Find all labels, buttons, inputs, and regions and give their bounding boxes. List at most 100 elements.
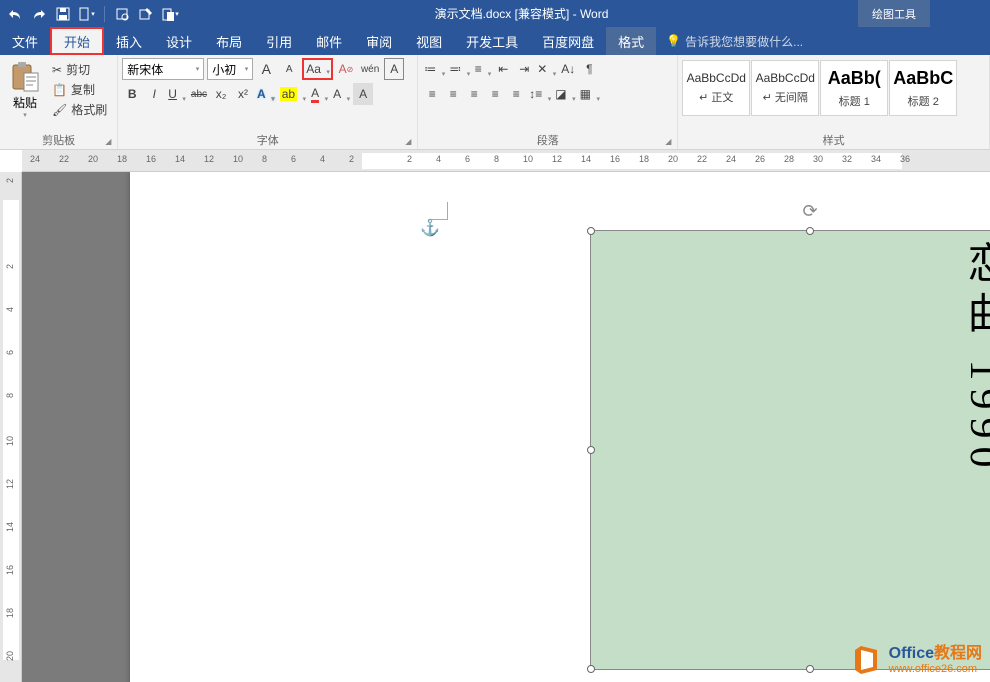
line-spacing-button[interactable]: ↕≡ [527, 83, 552, 105]
group-font: 新宋体▾ 小初▾ A A Aa A⊘ wén A B I U abc x₂ x²… [118, 55, 418, 149]
rotate-handle[interactable]: ⟳ [802, 201, 817, 222]
style-name: ↵ 正文 [699, 89, 733, 105]
tab-file[interactable]: 文件 [0, 27, 50, 55]
style-item-1[interactable]: AaBbCcDd ↵ 无间隔 [751, 60, 819, 116]
font-dialog-launcher[interactable]: ◢ [405, 137, 415, 147]
sort-button[interactable]: A↓ [558, 58, 578, 80]
style-name: ↵ 无间隔 [763, 89, 808, 105]
document-title: 演示文档.docx [兼容模式] - Word [185, 5, 858, 22]
tab-developer[interactable]: 开发工具 [454, 27, 530, 55]
strikethrough-button[interactable]: abc [189, 83, 209, 105]
clipboard-dialog-launcher[interactable]: ◢ [105, 137, 115, 147]
bullets-button[interactable]: ≔ [422, 58, 446, 80]
horizontal-ruler[interactable]: 2422201816141210864224681012141618202224… [22, 150, 990, 172]
align-left-button[interactable]: ≡ [422, 83, 442, 105]
brush-icon: 🖌 [52, 103, 67, 117]
resize-handle-n[interactable] [806, 227, 814, 235]
phonetic-guide-button[interactable]: wén [359, 58, 381, 80]
tab-references[interactable]: 引用 [254, 27, 304, 55]
contextual-tab-label: 绘图工具 [858, 0, 930, 27]
redo-button[interactable] [28, 3, 50, 25]
increase-indent-button[interactable]: ⇥ [514, 58, 534, 80]
format-painter-button[interactable]: 🖌格式刷 [48, 100, 111, 119]
paste-icon [8, 60, 42, 94]
office-logo-icon [851, 644, 883, 676]
tab-insert[interactable]: 插入 [104, 27, 154, 55]
paste-button[interactable]: 粘贴 ▾ [4, 58, 46, 133]
title-bar: ▾ ▾ 演示文档.docx [兼容模式] - Word 绘图工具 [0, 0, 990, 27]
style-name: 标题 2 [908, 93, 939, 109]
tab-home[interactable]: 开始 [50, 27, 104, 55]
superscript-button[interactable]: x² [233, 83, 253, 105]
undo-button[interactable] [4, 3, 26, 25]
style-preview: AaBbCcDd [756, 71, 815, 85]
numbering-button[interactable]: ≕ [447, 58, 471, 80]
style-item-0[interactable]: AaBbCcDd↵ 正文 [682, 60, 750, 116]
char-shading-button[interactable]: A [353, 83, 373, 105]
copy-icon: 📋 [52, 83, 67, 97]
char-border-button[interactable]: A [384, 58, 404, 80]
paragraph-dialog-launcher[interactable]: ◢ [665, 137, 675, 147]
asian-layout-button[interactable]: ✕ [535, 58, 557, 80]
tell-me-input[interactable]: 💡 告诉我您想要做什么... [666, 33, 803, 50]
cut-button[interactable]: ✂剪切 [48, 60, 111, 79]
group-clipboard: 粘贴 ▾ ✂剪切 📋复制 🖌格式刷 剪贴板 ◢ [0, 55, 118, 149]
align-center-button[interactable]: ≡ [443, 83, 463, 105]
multilevel-list-button[interactable]: ≡ [472, 58, 492, 80]
borders-button[interactable]: ▦ [578, 83, 601, 105]
decrease-indent-button[interactable]: ⇤ [493, 58, 513, 80]
resize-handle-w[interactable] [587, 446, 595, 454]
tab-view[interactable]: 视图 [404, 27, 454, 55]
font-name-select[interactable]: 新宋体▾ [122, 58, 204, 80]
tab-format[interactable]: 格式 [606, 27, 656, 55]
text-box[interactable]: ⟳ 恋曲 1990 [590, 230, 990, 670]
qat-macro-button[interactable] [135, 3, 157, 25]
tab-review[interactable]: 审阅 [354, 27, 404, 55]
document-canvas[interactable]: ⚓ ⟳ 恋曲 1990 [22, 172, 990, 682]
qat-preview-button[interactable] [111, 3, 133, 25]
clear-format-button[interactable]: A⊘ [336, 58, 356, 80]
style-item-3[interactable]: AaBbC标题 2 [889, 60, 957, 116]
resize-handle-s[interactable] [806, 665, 814, 673]
font-color-button[interactable]: A [309, 83, 329, 105]
ribbon: 粘贴 ▾ ✂剪切 📋复制 🖌格式刷 剪贴板 ◢ 新宋体▾ 小初▾ A A Aa … [0, 55, 990, 150]
shading-button[interactable]: ◪ [553, 83, 576, 105]
watermark: Office教程网 www.office26.com [851, 644, 982, 676]
tab-baidu[interactable]: 百度网盘 [530, 27, 606, 55]
style-item-2[interactable]: AaBb( 标题 1 [820, 60, 888, 116]
page: ⚓ ⟳ 恋曲 1990 [130, 172, 990, 682]
save-button[interactable] [52, 3, 74, 25]
shrink-font-button[interactable]: A [279, 58, 299, 80]
italic-button[interactable]: I [144, 83, 164, 105]
ribbon-tabs: 文件 开始 插入 设计 布局 引用 邮件 审阅 视图 开发工具 百度网盘 格式 … [0, 27, 990, 55]
bold-button[interactable]: B [122, 83, 142, 105]
font-size-select[interactable]: 小初▾ [207, 58, 253, 80]
text-effects-button[interactable]: A [255, 83, 276, 105]
resize-handle-nw[interactable] [587, 227, 595, 235]
char-circle-button[interactable]: A [331, 83, 351, 105]
underline-button[interactable]: U [166, 83, 187, 105]
grow-font-button[interactable]: A [256, 58, 276, 80]
change-case-button[interactable]: Aa [302, 58, 333, 80]
subscript-button[interactable]: x₂ [211, 83, 231, 105]
anchor-icon: ⚓ [420, 218, 440, 238]
group-label-font: 字体 [122, 133, 413, 149]
vertical-ruler[interactable]: 22468101214161820 [0, 172, 22, 682]
tab-mailings[interactable]: 邮件 [304, 27, 354, 55]
group-styles: AaBbCcDd↵ 正文 AaBbCcDd ↵ 无间隔 AaBb( 标题 1 AaBbC标… [678, 55, 990, 149]
distribute-button[interactable]: ≡ [506, 83, 526, 105]
style-name: 标题 1 [839, 93, 870, 109]
highlight-color-button[interactable]: ab [278, 83, 307, 105]
align-right-button[interactable]: ≡ [464, 83, 484, 105]
show-marks-button[interactable]: ¶ [579, 58, 599, 80]
scissors-icon: ✂ [52, 63, 62, 77]
tab-layout[interactable]: 布局 [204, 27, 254, 55]
resize-handle-sw[interactable] [587, 665, 595, 673]
qat-paste-button[interactable]: ▾ [159, 3, 181, 25]
text-box-content[interactable]: 恋曲 1990 [954, 241, 990, 476]
copy-button[interactable]: 📋复制 [48, 80, 111, 99]
tab-design[interactable]: 设计 [154, 27, 204, 55]
new-doc-button[interactable]: ▾ [76, 3, 98, 25]
justify-button[interactable]: ≡ [485, 83, 505, 105]
style-preview: AaBb( [828, 68, 881, 89]
